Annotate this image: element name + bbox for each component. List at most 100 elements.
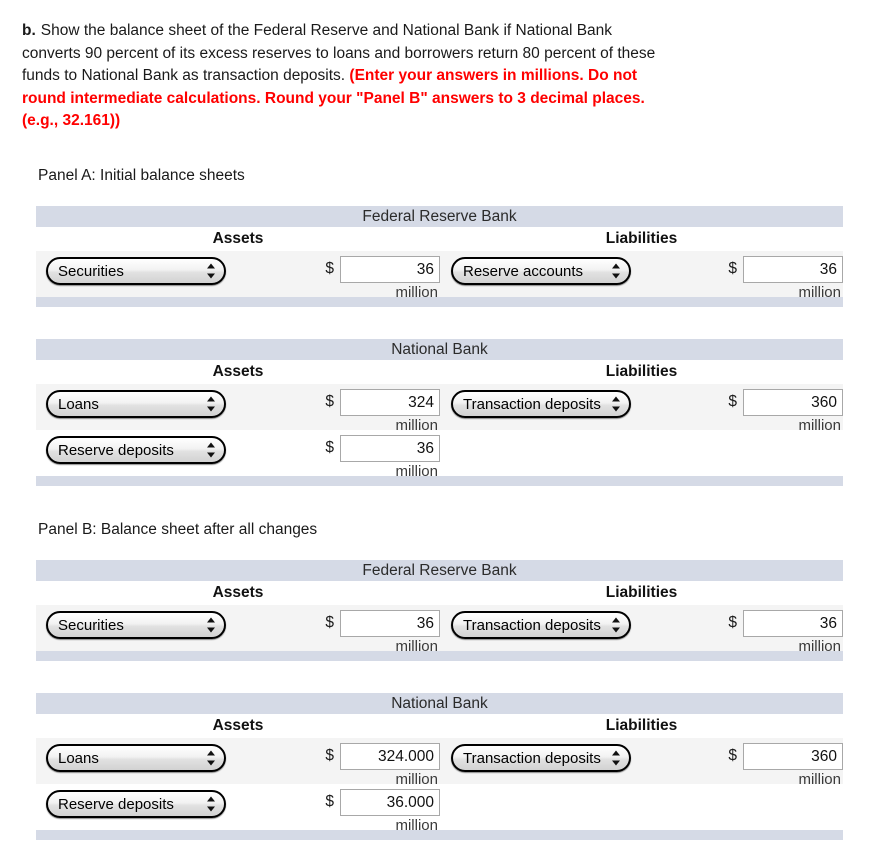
stepper-arrows-icon (207, 617, 216, 634)
liability-amount-input[interactable] (743, 389, 843, 416)
liability-amount-unit: million (798, 638, 841, 655)
asset-amount-cell: $ million (264, 251, 440, 302)
currency-symbol: $ (728, 614, 737, 631)
table-row: Reserve deposits $ million (36, 430, 843, 480)
liability-amount-cell: $ million (668, 738, 843, 789)
asset-amount-cell: $ million (264, 738, 440, 789)
liability-account-value: Transaction deposits (463, 396, 601, 413)
assets-header: Assets (212, 584, 264, 601)
assets-header: Assets (212, 363, 264, 380)
stepper-arrows-icon (207, 750, 216, 767)
liability-account-select[interactable]: Transaction deposits (451, 744, 631, 772)
panel-b-federal-reserve-table: Federal Reserve Bank Assets Liabilities … (36, 560, 843, 661)
asset-amount-unit: million (395, 463, 438, 480)
currency-symbol: $ (325, 439, 334, 456)
bank-title: Federal Reserve Bank (36, 560, 843, 581)
asset-amount-input[interactable] (340, 743, 440, 770)
asset-account-cell: Loans (36, 738, 264, 777)
asset-amount-cell: $ million (264, 384, 440, 435)
column-headers: Assets Liabilities (36, 227, 843, 251)
asset-account-select[interactable]: Securities (46, 611, 226, 639)
asset-account-select[interactable]: Reserve deposits (46, 790, 226, 818)
bank-title: National Bank (36, 339, 843, 360)
asset-account-cell: Securities (36, 251, 264, 290)
table-row: Securities $ million Transaction deposit… (36, 605, 843, 655)
liability-amount-unit: million (798, 284, 841, 301)
liability-amount-cell: $ million (668, 251, 843, 302)
column-headers: Assets Liabilities (36, 581, 843, 605)
worksheet-page: b. Show the balance sheet of the Federal … (0, 0, 880, 864)
liability-account-cell: Transaction deposits (440, 738, 668, 777)
asset-amount-input[interactable] (340, 789, 440, 816)
panel-a-federal-reserve-table: Federal Reserve Bank Assets Liabilities … (36, 206, 843, 307)
liability-account-select[interactable]: Transaction deposits (451, 611, 631, 639)
currency-symbol: $ (728, 260, 737, 277)
asset-amount-cell: $ million (264, 605, 440, 656)
asset-account-value: Loans (58, 750, 99, 767)
liability-account-select[interactable]: Transaction deposits (451, 390, 631, 418)
stepper-arrows-icon (207, 442, 216, 459)
bank-title: Federal Reserve Bank (36, 206, 843, 227)
liability-account-value: Transaction deposits (463, 750, 601, 767)
liability-amount-cell: $ million (668, 605, 843, 656)
currency-symbol: $ (325, 614, 334, 631)
asset-amount-unit: million (395, 638, 438, 655)
currency-symbol: $ (325, 747, 334, 764)
stepper-arrows-icon (612, 617, 621, 634)
asset-amount-input[interactable] (340, 389, 440, 416)
panel-a-heading: Panel A: Initial balance sheets (38, 167, 245, 184)
asset-amount-unit: million (395, 284, 438, 301)
panel-b-national-bank-table: National Bank Assets Liabilities Loans $… (36, 693, 843, 840)
asset-account-value: Securities (58, 263, 124, 280)
table-row: Loans $ million Transaction deposits (36, 738, 843, 788)
stepper-arrows-icon (207, 396, 216, 413)
liability-amount-cell-empty (668, 784, 843, 789)
currency-symbol: $ (325, 260, 334, 277)
liability-amount-cell-empty (668, 430, 843, 435)
asset-amount-input[interactable] (340, 610, 440, 637)
stepper-arrows-icon (207, 263, 216, 280)
bank-title: National Bank (36, 693, 843, 714)
panel-a-national-bank-table: National Bank Assets Liabilities Loans $… (36, 339, 843, 486)
column-headers: Assets Liabilities (36, 360, 843, 384)
asset-account-select[interactable]: Reserve deposits (46, 436, 226, 464)
asset-account-select[interactable]: Loans (46, 744, 226, 772)
column-headers: Assets Liabilities (36, 714, 843, 738)
liability-amount-cell: $ million (668, 384, 843, 435)
liability-account-cell-empty (440, 784, 668, 790)
currency-symbol: $ (325, 393, 334, 410)
asset-account-cell: Reserve deposits (36, 430, 264, 469)
liability-amount-input[interactable] (743, 743, 843, 770)
asset-account-value: Reserve deposits (58, 442, 174, 459)
liability-account-select[interactable]: Reserve accounts (451, 257, 631, 285)
asset-account-select[interactable]: Loans (46, 390, 226, 418)
asset-account-value: Loans (58, 396, 99, 413)
asset-amount-input[interactable] (340, 256, 440, 283)
asset-amount-unit: million (395, 817, 438, 834)
liabilities-header: Liabilities (605, 717, 678, 734)
asset-amount-input[interactable] (340, 435, 440, 462)
currency-symbol: $ (728, 393, 737, 410)
liability-account-value: Transaction deposits (463, 617, 601, 634)
liability-account-cell: Transaction deposits (440, 605, 668, 644)
stepper-arrows-icon (612, 750, 621, 767)
liability-account-cell: Reserve accounts (440, 251, 668, 290)
asset-account-value: Securities (58, 617, 124, 634)
panel-b-heading: Panel B: Balance sheet after all changes (38, 521, 318, 538)
assets-header: Assets (212, 717, 264, 734)
liability-amount-input[interactable] (743, 256, 843, 283)
question-label: b. (22, 22, 36, 39)
table-row: Securities $ million Reserve accounts (36, 251, 843, 301)
table-row: Reserve deposits $ million (36, 784, 843, 834)
liability-account-cell-empty (440, 430, 668, 436)
asset-account-cell: Securities (36, 605, 264, 644)
currency-symbol: $ (325, 793, 334, 810)
stepper-arrows-icon (612, 263, 621, 280)
stepper-arrows-icon (207, 796, 216, 813)
liability-amount-input[interactable] (743, 610, 843, 637)
table-row: Loans $ million Transaction deposits (36, 384, 843, 434)
liability-account-value: Reserve accounts (463, 263, 584, 280)
liabilities-header: Liabilities (605, 584, 678, 601)
asset-account-select[interactable]: Securities (46, 257, 226, 285)
asset-account-value: Reserve deposits (58, 796, 174, 813)
